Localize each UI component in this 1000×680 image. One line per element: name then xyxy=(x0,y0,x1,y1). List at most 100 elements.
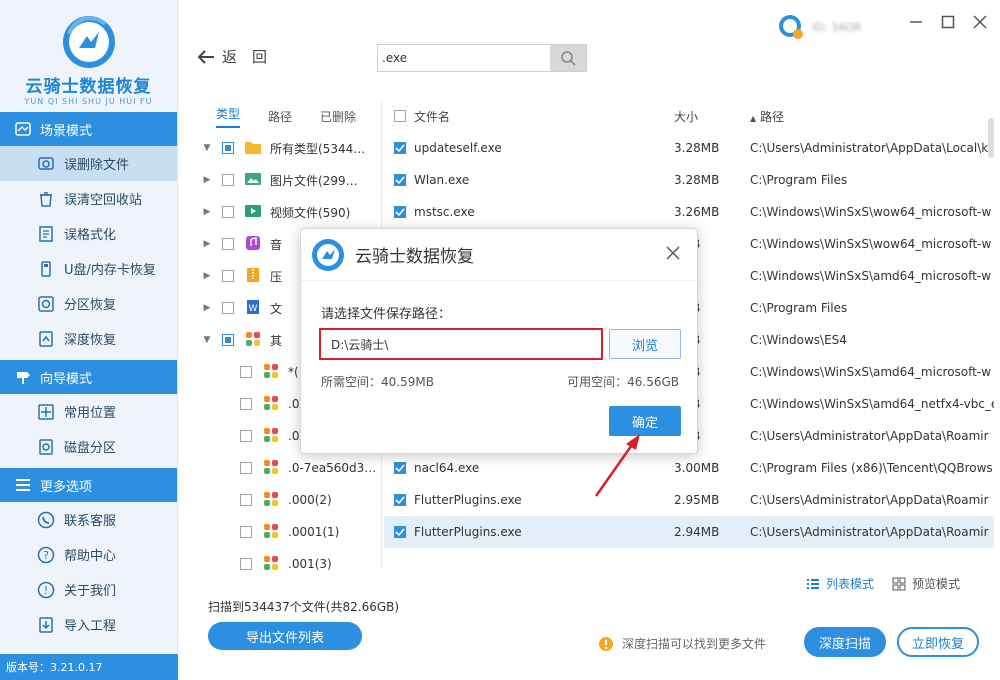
file-name: nacl64.exe xyxy=(414,461,480,475)
minimize-icon[interactable] xyxy=(908,14,924,30)
header-size[interactable]: 大小 xyxy=(674,108,750,125)
search-input[interactable] xyxy=(378,45,550,71)
tab-path[interactable]: 路径 xyxy=(268,108,292,125)
tree-checkbox[interactable] xyxy=(240,430,252,442)
tab-type[interactable]: 类型 xyxy=(216,105,241,128)
tree-item[interactable]: .000(2) xyxy=(196,484,381,516)
file-type-icon xyxy=(262,395,288,414)
logo-icon xyxy=(62,16,115,68)
recover-now-button[interactable]: 立即恢复 xyxy=(897,627,979,657)
tree-checkbox[interactable] xyxy=(222,334,234,346)
file-checkbox[interactable] xyxy=(394,494,406,506)
nav-usb-card[interactable]: U盘/内存卡恢复 xyxy=(0,251,177,286)
tree-checkbox[interactable] xyxy=(240,494,252,506)
nav-import-project[interactable]: 导入工程 xyxy=(0,607,177,642)
nav-disk-partition[interactable]: 磁盘分区 xyxy=(0,429,177,464)
nav-about-us[interactable]: ! 关于我们 xyxy=(0,572,177,607)
tree-checkbox[interactable] xyxy=(222,206,234,218)
nav-help-center[interactable]: ? 帮助中心 xyxy=(0,537,177,572)
file-path: C:\Users\Administrator\AppData\Roamir xyxy=(750,525,989,539)
file-checkbox[interactable] xyxy=(394,526,406,538)
file-row[interactable]: mstsc.exe 3.26MB C:\Windows\WinSxS\wow64_m… xyxy=(384,196,994,228)
recycle-bin-icon xyxy=(36,189,56,209)
menu-icon xyxy=(14,476,32,494)
tree-item[interactable]: ▶ 视频文件(590) xyxy=(196,196,381,228)
caret-down-icon[interactable]: ▼ xyxy=(200,143,214,153)
tree-item-label: 音 xyxy=(270,237,283,252)
deep-scan-tip: 深度扫描可以找到更多文件 xyxy=(598,635,766,652)
file-checkbox[interactable] xyxy=(394,174,406,186)
dialog-close-button[interactable] xyxy=(663,243,683,263)
tree-checkbox[interactable] xyxy=(240,366,252,378)
space-available: 可用空间：46.56GB xyxy=(567,375,679,389)
caret-right-icon[interactable]: ▶ xyxy=(200,175,214,185)
list-mode-button[interactable]: 列表模式 xyxy=(806,575,874,592)
tree-item[interactable]: .0001(1) xyxy=(196,516,381,548)
caret-down-icon[interactable]: ▼ xyxy=(200,335,214,345)
tree-checkbox[interactable] xyxy=(222,302,234,314)
caret-right-icon[interactable]: ▶ xyxy=(200,271,214,281)
file-path: C:\Program Files xyxy=(750,301,848,315)
tree-item[interactable]: .001(3) xyxy=(196,548,381,570)
maximize-icon[interactable] xyxy=(940,14,956,30)
nav-partition[interactable]: 分区恢复 xyxy=(0,286,177,321)
tree-checkbox[interactable] xyxy=(240,462,252,474)
file-checkbox[interactable] xyxy=(394,142,406,154)
save-path-input[interactable]: D:\云骑士\ xyxy=(319,328,603,360)
app-window: 云骑士数据恢复 YUN QI SHI SHU JU HUI FU 场景模式 误删… xyxy=(0,0,1000,680)
caret-right-icon[interactable]: ▶ xyxy=(200,239,214,249)
tree-item-label: 压 xyxy=(270,269,283,284)
tree-checkbox[interactable] xyxy=(222,238,234,250)
export-list-button[interactable]: 导出文件列表 xyxy=(208,622,362,650)
file-row[interactable]: FlutterPlugins.exe 2.95MB C:\Users\Adminis… xyxy=(384,484,994,516)
nav-deleted-files[interactable]: 误删除文件 xyxy=(0,146,177,181)
file-checkbox[interactable] xyxy=(394,206,406,218)
section-scene-mode: 场景模式 xyxy=(0,112,177,146)
list-icon xyxy=(807,578,819,589)
search-button[interactable] xyxy=(550,45,586,71)
file-type-icon xyxy=(244,203,270,222)
file-row[interactable]: Wlan.exe 3.28MB C:\Program Files xyxy=(384,164,994,196)
deep-recovery-icon xyxy=(36,329,56,349)
preview-mode-button[interactable]: 预览模式 xyxy=(892,575,960,592)
account-name: ID: 3AQR xyxy=(812,20,862,34)
nav-recycle-bin[interactable]: 误清空回收站 xyxy=(0,181,177,216)
file-checkbox[interactable] xyxy=(394,462,406,474)
tree-checkbox[interactable] xyxy=(222,142,234,154)
header-name[interactable]: 文件名 xyxy=(414,108,450,125)
nav-common-locations[interactable]: 常用位置 xyxy=(0,394,177,429)
caret-right-icon[interactable]: ▶ xyxy=(200,207,214,217)
tree-item[interactable]: .0-7ea560d3… xyxy=(196,452,381,484)
tree-checkbox[interactable] xyxy=(240,398,252,410)
svg-text:?: ? xyxy=(43,549,49,562)
back-button[interactable]: 返 回 xyxy=(196,46,267,67)
nav-contact-support[interactable]: 联系客服 xyxy=(0,502,177,537)
tree-item[interactable]: ▼ 所有类型(5344… xyxy=(196,132,381,164)
select-all-checkbox[interactable] xyxy=(394,110,406,122)
nav-label: 深度恢复 xyxy=(64,333,117,348)
tree-checkbox[interactable] xyxy=(222,174,234,186)
caret-right-icon[interactable]: ▶ xyxy=(200,303,214,313)
account-area[interactable]: ID: 3AQR xyxy=(778,14,862,40)
tree-checkbox[interactable] xyxy=(240,526,252,538)
close-icon[interactable] xyxy=(972,14,988,30)
nav-deep-recovery[interactable]: 深度恢复 xyxy=(0,321,177,356)
nav-format[interactable]: 误格式化 xyxy=(0,216,177,251)
header-path[interactable]: ▲ 路径 xyxy=(750,108,994,125)
tree-item[interactable]: ▶ 图片文件(299… xyxy=(196,164,381,196)
tree-checkbox[interactable] xyxy=(222,270,234,282)
file-row[interactable]: updateself.exe 3.28MB C:\Users\Administrat… xyxy=(384,132,994,164)
browse-button[interactable]: 浏览 xyxy=(609,329,681,359)
deep-scan-button[interactable]: 深度扫描 xyxy=(804,627,886,657)
file-type-icon: W xyxy=(244,299,270,318)
file-row[interactable]: nacl64.exe 3.00MB C:\Program Files (x86)\T… xyxy=(384,452,994,484)
tab-deleted[interactable]: 已删除 xyxy=(320,108,356,125)
scrollbar[interactable] xyxy=(988,118,994,158)
tree-checkbox[interactable] xyxy=(240,558,252,570)
confirm-button[interactable]: 确定 xyxy=(609,406,681,436)
app-logo: 云骑士数据恢复 YUN QI SHI SHU JU HUI FU xyxy=(0,0,177,112)
file-row[interactable]: FlutterPlugins.exe 2.94MB C:\Users\Adminis… xyxy=(384,516,994,548)
dialog-prompt: 请选择文件保存路径： xyxy=(321,307,452,322)
sidebar: 云骑士数据恢复 YUN QI SHI SHU JU HUI FU 场景模式 误删… xyxy=(0,0,178,680)
nav-label: 帮助中心 xyxy=(64,549,117,564)
